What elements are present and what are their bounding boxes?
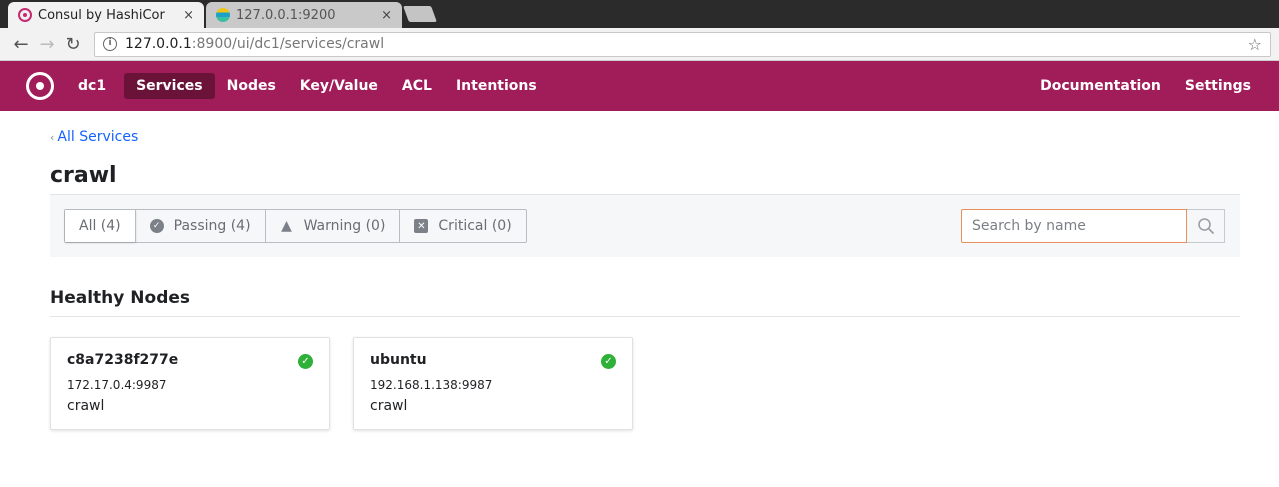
node-address: 192.168.1.138:9987 [370, 378, 493, 392]
node-service: crawl [67, 398, 105, 414]
back-arrow-icon[interactable]: ← [8, 34, 34, 55]
datacenter-selector[interactable]: dc1 [70, 73, 118, 99]
nav-intentions[interactable]: Intentions [444, 73, 549, 99]
health-filter: All (4) ✓ Passing (4) ▲ Warning (0) ✕ Cr… [64, 209, 527, 243]
node-address: 172.17.0.4:9987 [67, 378, 167, 392]
url-path: :8900/ui/dc1/services/crawl [191, 36, 385, 52]
node-card[interactable]: ubuntu 192.168.1.138:9987 crawl ✓ [353, 337, 633, 430]
consul-logo-icon[interactable] [26, 72, 54, 100]
new-tab-button[interactable] [403, 6, 437, 22]
filter-all-label: All (4) [79, 218, 121, 234]
filter-passing-label: Passing (4) [173, 218, 251, 234]
node-card[interactable]: c8a7238f277e 172.17.0.4:9987 crawl ✓ [50, 337, 330, 430]
filter-all[interactable]: All (4) [65, 210, 136, 242]
consul-nav-bar: dc1 Services Nodes Key/Value ACL Intenti… [0, 61, 1279, 111]
nav-documentation[interactable]: Documentation [1028, 73, 1173, 99]
search-icon [1197, 218, 1214, 234]
back-link[interactable]: ‹ All Services [50, 129, 1240, 145]
filter-passing[interactable]: ✓ Passing (4) [136, 210, 266, 242]
tab-title: 127.0.0.1:9200 [236, 7, 336, 23]
reload-icon[interactable]: ↻ [60, 34, 86, 55]
tab-close-icon[interactable]: × [381, 8, 392, 23]
consul-favicon-icon [18, 8, 32, 22]
node-name: ubuntu [370, 352, 427, 368]
info-icon[interactable]: i [103, 37, 117, 51]
node-name: c8a7238f277e [67, 352, 179, 368]
nav-services[interactable]: Services [124, 73, 215, 99]
filter-critical[interactable]: ✕ Critical (0) [400, 210, 525, 242]
warning-triangle-icon: ▲ [281, 218, 292, 234]
url-host: 127.0.0.1 [125, 36, 192, 52]
back-link-label[interactable]: All Services [57, 129, 138, 145]
main-content: ‹ All Services crawl All (4) ✓ Passing (… [0, 129, 1279, 430]
chevron-left-icon: ‹ [50, 130, 55, 144]
nav-key-value[interactable]: Key/Value [288, 73, 390, 99]
passing-check-icon: ✓ [298, 354, 313, 369]
browser-tab-elasticsearch[interactable]: 127.0.0.1:9200 × [206, 2, 402, 28]
tab-close-icon[interactable]: × [183, 8, 194, 23]
browser-toolbar: ← → ↻ i 127.0.0.1 :8900/ui/dc1/services/… [0, 28, 1279, 61]
tab-title: Consul by HashiCor [38, 7, 165, 23]
healthy-nodes-list: c8a7238f277e 172.17.0.4:9987 crawl ✓ ubu… [50, 337, 1240, 430]
search-group [961, 209, 1225, 243]
forward-arrow-icon[interactable]: → [34, 34, 60, 55]
section-title-healthy-nodes: Healthy Nodes [50, 288, 1240, 317]
nav-nodes[interactable]: Nodes [215, 73, 288, 99]
search-button[interactable] [1187, 209, 1225, 243]
browser-tab-bar: Consul by HashiCor × 127.0.0.1:9200 × [0, 0, 1279, 28]
filter-critical-label: Critical (0) [438, 218, 512, 234]
node-service: crawl [370, 398, 408, 414]
elasticsearch-favicon-icon [216, 8, 230, 22]
bookmark-star-icon[interactable]: ☆ [1248, 35, 1262, 54]
filter-bar: All (4) ✓ Passing (4) ▲ Warning (0) ✕ Cr… [50, 194, 1240, 257]
address-bar[interactable]: i 127.0.0.1 :8900/ui/dc1/services/crawl … [94, 31, 1271, 57]
filter-warning-label: Warning (0) [303, 218, 386, 234]
check-circle-icon: ✓ [149, 219, 164, 233]
page-title: crawl [50, 163, 117, 188]
passing-check-icon: ✓ [601, 354, 616, 369]
critical-x-icon: ✕ [414, 219, 429, 233]
nav-acl[interactable]: ACL [390, 73, 444, 99]
filter-warning[interactable]: ▲ Warning (0) [266, 210, 401, 242]
browser-tab-consul[interactable]: Consul by HashiCor × [8, 2, 204, 28]
nav-right-group: Documentation Settings [1028, 73, 1279, 99]
nav-settings[interactable]: Settings [1173, 73, 1263, 99]
search-input[interactable] [961, 209, 1187, 243]
